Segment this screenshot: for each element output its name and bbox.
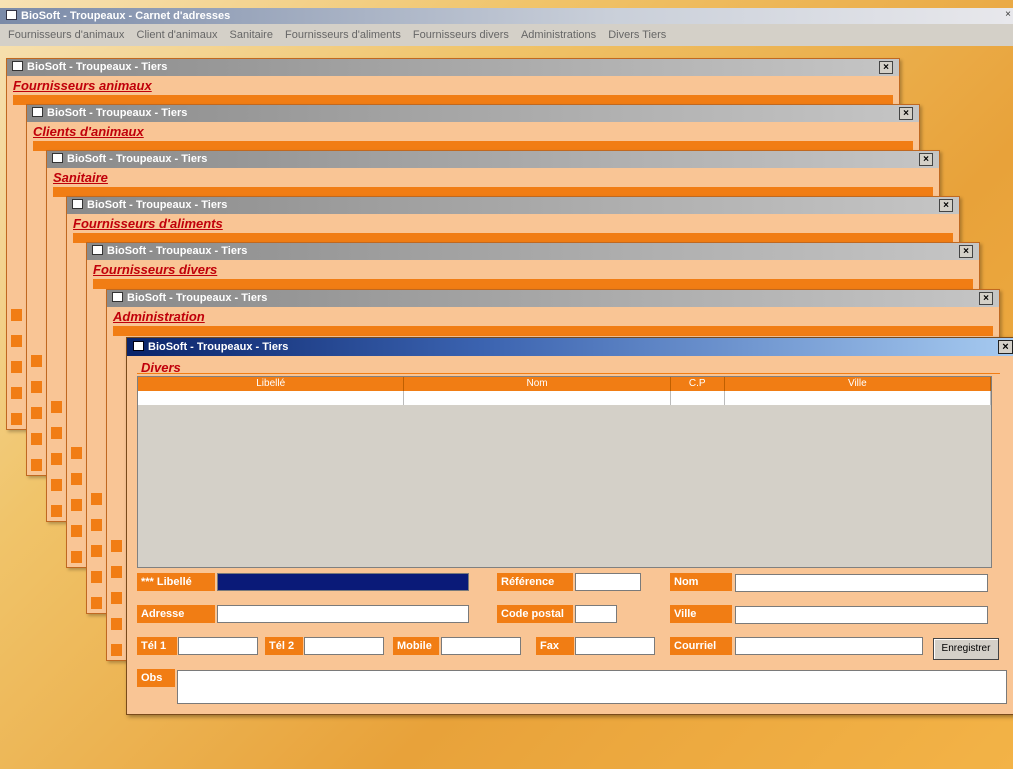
nom-label: Nom: [670, 573, 732, 591]
window-title-bar: BioSoft - Troupeaux - Tiers ×: [27, 105, 919, 122]
window-icon: [112, 292, 123, 302]
window-icon: [72, 199, 83, 209]
window-title: BioSoft - Troupeaux - Tiers: [107, 245, 248, 257]
enregistrer-button[interactable]: Enregistrer: [933, 638, 999, 660]
app-close-icon[interactable]: ×: [1005, 9, 1011, 20]
field-label-stubs: [91, 479, 103, 609]
window-title: BioSoft - Troupeaux - Tiers: [127, 292, 268, 304]
close-icon[interactable]: ×: [919, 153, 933, 166]
adresse-field[interactable]: [217, 605, 469, 623]
fax-label: Fax: [536, 637, 574, 655]
close-icon[interactable]: ×: [998, 340, 1013, 354]
app-title: BioSoft - Troupeaux - Carnet d'adresses: [21, 10, 231, 22]
app-title-bar: BioSoft - Troupeaux - Carnet d'adresses: [0, 8, 1013, 24]
code-postal-field[interactable]: [575, 605, 617, 623]
code-postal-label: Code postal: [497, 605, 573, 623]
column-header-cp[interactable]: C.P: [671, 377, 725, 391]
fax-field[interactable]: [575, 637, 655, 655]
obs-label: Obs: [137, 669, 175, 687]
window-title: BioSoft - Troupeaux - Tiers: [148, 341, 289, 353]
libelle-field[interactable]: [217, 573, 469, 591]
menu-item-fournisseurs-animaux[interactable]: Fournisseurs d'animaux: [8, 29, 124, 41]
field-label-stubs: [11, 295, 23, 425]
window-icon: [32, 107, 43, 117]
nom-field[interactable]: [735, 574, 988, 592]
mobile-field[interactable]: [441, 637, 521, 655]
category-title: Clients d'animaux: [33, 124, 144, 139]
grid-header: [93, 279, 973, 289]
tel2-label: Tél 2: [265, 637, 303, 655]
field-label-stubs: [31, 341, 43, 471]
category-title: Administration: [113, 309, 205, 324]
menu-item-client-animaux[interactable]: Client d'animaux: [137, 29, 218, 41]
window-title: BioSoft - Troupeaux - Tiers: [67, 153, 208, 165]
adresse-label: Adresse: [137, 605, 215, 623]
window-icon: [12, 61, 23, 71]
field-label-stubs: [111, 526, 123, 656]
category-title: Fournisseurs divers: [93, 262, 218, 277]
cell[interactable]: [671, 391, 725, 405]
close-icon[interactable]: ×: [899, 107, 913, 120]
tiers-grid[interactable]: Libellé Nom C.P Ville: [137, 376, 992, 568]
close-icon[interactable]: ×: [979, 292, 993, 305]
menu-bar: Fournisseurs d'animaux Client d'animaux …: [0, 24, 1013, 46]
window-title: BioSoft - Troupeaux - Tiers: [47, 107, 188, 119]
tel1-field[interactable]: [178, 637, 258, 655]
ville-label: Ville: [670, 605, 732, 623]
window-title: BioSoft - Troupeaux - Tiers: [27, 61, 168, 73]
close-icon[interactable]: ×: [939, 199, 953, 212]
cell[interactable]: [725, 391, 991, 405]
column-header-libelle[interactable]: Libellé: [138, 377, 405, 391]
reference-field[interactable]: [575, 573, 641, 591]
libelle-label: *** Libellé: [137, 573, 215, 591]
ville-field[interactable]: [735, 606, 988, 624]
window-title-bar: BioSoft - Troupeaux - Tiers ×: [107, 290, 999, 307]
close-icon[interactable]: ×: [959, 245, 973, 258]
window-title-bar: BioSoft - Troupeaux - Tiers ×: [127, 338, 1013, 356]
courriel-label: Courriel: [670, 637, 732, 655]
window-title-bar: BioSoft - Troupeaux - Tiers ×: [47, 151, 939, 168]
menu-item-fournisseurs-divers[interactable]: Fournisseurs divers: [413, 29, 509, 41]
reference-label: Référence: [497, 573, 573, 591]
grid-header: [113, 326, 993, 336]
window-icon: [92, 245, 103, 255]
window-title-bar: BioSoft - Troupeaux - Tiers ×: [87, 243, 979, 260]
courriel-field[interactable]: [735, 637, 923, 655]
table-row[interactable]: [138, 391, 991, 405]
app-icon: [6, 10, 17, 20]
tel2-field[interactable]: [304, 637, 384, 655]
menu-item-divers-tiers[interactable]: Divers Tiers: [608, 29, 666, 41]
field-label-stubs: [51, 387, 63, 517]
window-title-bar: BioSoft - Troupeaux - Tiers ×: [7, 59, 899, 76]
cell[interactable]: [404, 391, 671, 405]
category-underline: [137, 373, 1000, 374]
mobile-label: Mobile: [393, 637, 439, 655]
category-title: Fournisseurs d'aliments: [73, 216, 223, 231]
column-header-nom[interactable]: Nom: [404, 377, 671, 391]
cell[interactable]: [138, 391, 405, 405]
menu-item-administrations[interactable]: Administrations: [521, 29, 596, 41]
window-icon: [52, 153, 63, 163]
column-header-ville[interactable]: Ville: [725, 377, 991, 391]
menu-item-fournisseurs-aliments[interactable]: Fournisseurs d'aliments: [285, 29, 401, 41]
window-divers[interactable]: BioSoft - Troupeaux - Tiers × Divers Lib…: [126, 337, 1013, 715]
category-title: Sanitaire: [53, 170, 108, 185]
tel1-label: Tél 1: [137, 637, 177, 655]
window-title-bar: BioSoft - Troupeaux - Tiers ×: [67, 197, 959, 214]
window-title: BioSoft - Troupeaux - Tiers: [87, 199, 228, 211]
close-icon[interactable]: ×: [879, 61, 893, 74]
field-label-stubs: [71, 433, 83, 563]
category-title: Fournisseurs animaux: [13, 78, 152, 93]
obs-field[interactable]: [177, 670, 1007, 704]
grid-header: Libellé Nom C.P Ville: [138, 377, 991, 391]
menu-item-sanitaire[interactable]: Sanitaire: [230, 29, 273, 41]
window-icon: [133, 341, 144, 351]
